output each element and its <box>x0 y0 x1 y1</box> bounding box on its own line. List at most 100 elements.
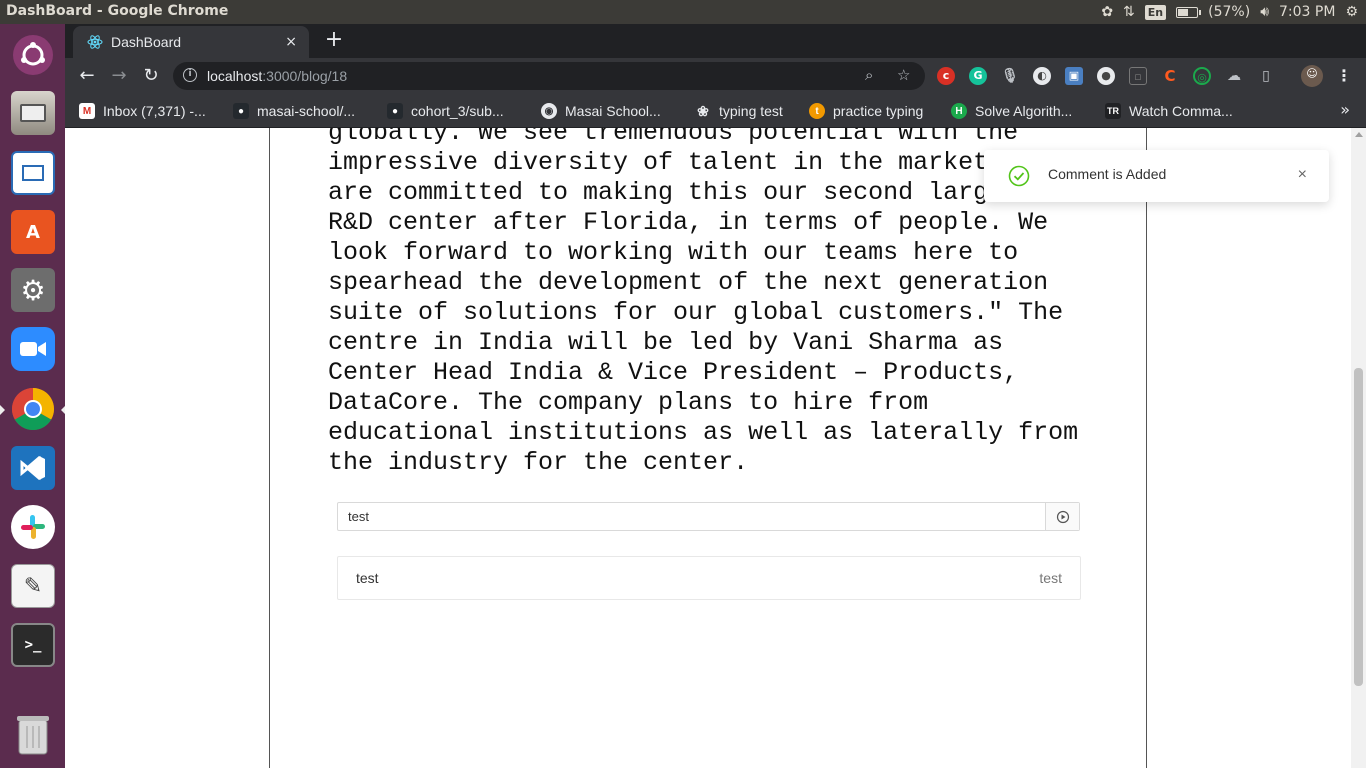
network-indicator-icon[interactable]: ✿ <box>1101 0 1113 24</box>
list-item: test test <box>338 557 1080 599</box>
github-icon: ● <box>387 103 403 119</box>
paw-icon: ❀ <box>697 102 709 119</box>
zoom-magnifier-icon[interactable]: ⌕ <box>865 66 873 84</box>
page-scrollbar[interactable] <box>1351 128 1366 768</box>
bookmarks-overflow-chevron-icon[interactable]: » <box>1340 100 1350 119</box>
libreoffice-writer-icon[interactable] <box>8 148 58 198</box>
extension-phone-icon[interactable]: ▯ <box>1257 67 1275 85</box>
clock[interactable]: 7:03 PM <box>1279 4 1335 20</box>
bookmark-item[interactable]: t practice typing <box>809 100 923 122</box>
bookmark-label: Solve Algorith... <box>975 103 1073 119</box>
trash-icon[interactable] <box>8 709 58 759</box>
battery-level-fill <box>1178 8 1188 16</box>
article-line: centre in India will be led by Vani Shar… <box>328 328 1004 357</box>
extension-circle-icon[interactable]: ● <box>1097 67 1115 85</box>
google-chrome-icon[interactable] <box>0 384 66 434</box>
extension-blue-icon[interactable]: ▣ <box>1065 67 1083 85</box>
microphone-icon[interactable]: 🎙︎ <box>1001 67 1019 85</box>
article-line: the industry for the center. <box>328 448 749 477</box>
extension-cloud-icon[interactable]: ☁ <box>1225 67 1243 85</box>
bookmark-label: Masai School... <box>565 103 661 119</box>
new-tab-button[interactable]: + <box>321 29 347 52</box>
bookmark-item[interactable]: ● masai-school/... <box>233 100 355 122</box>
tr-icon: TR <box>1105 103 1121 119</box>
article-line: DataCore. The company plans to hire from <box>328 388 929 417</box>
bookmark-label: cohort_3/sub... <box>411 103 504 119</box>
bookmark-label: Watch Comma... <box>1129 103 1233 119</box>
back-arrow-icon[interactable]: ← <box>75 64 99 88</box>
profile-avatar[interactable]: ☺ <box>1301 65 1323 87</box>
reload-icon[interactable]: ↻ <box>139 64 163 88</box>
volume-icon[interactable]: 🔊︎ <box>1260 0 1269 24</box>
slack-icon[interactable] <box>8 502 58 552</box>
system-tray: ✿ ⇅ En (57%) 🔊︎ 7:03 PM ⚙ <box>1101 0 1366 24</box>
keyboard-layout-indicator[interactable]: En <box>1144 4 1167 20</box>
globe-icon: ◉ <box>541 103 557 119</box>
bookmark-item[interactable]: M Inbox (7,371) -... <box>79 100 206 122</box>
bookmark-item[interactable]: TR Watch Comma... <box>1105 100 1233 122</box>
hackerrank-icon: H <box>951 103 967 119</box>
react-favicon-icon <box>87 35 103 49</box>
comment-input[interactable] <box>338 503 1045 530</box>
url-text[interactable]: localhost:3000/blog/18 <box>207 68 347 84</box>
vscode-icon[interactable] <box>8 443 58 493</box>
ubuntu-software-icon[interactable]: A <box>8 207 58 257</box>
tab-close-icon[interactable]: × <box>285 34 297 50</box>
bookmark-label: masai-school/... <box>257 103 356 119</box>
blog-post-card: globally. We see tremendous potential wi… <box>269 128 1147 768</box>
article-line: globally. We see tremendous potential wi… <box>328 128 1019 147</box>
comment-list: test test <box>337 556 1081 600</box>
github-icon: ● <box>233 103 249 119</box>
bookmark-star-icon[interactable]: ☆ <box>897 66 910 84</box>
address-bar[interactable]: i localhost:3000/blog/18 ⌕ ☆ <box>173 62 925 90</box>
article-line: R&D center after Florida, in terms of pe… <box>328 208 1049 237</box>
forward-arrow-icon[interactable]: → <box>107 64 131 88</box>
browser-tab-strip: DashBoard × + <box>65 24 1366 58</box>
bookmark-item[interactable]: H Solve Algorith... <box>951 100 1072 122</box>
check-circle-icon <box>1008 165 1030 187</box>
extension-red-icon[interactable]: c <box>937 67 955 85</box>
system-settings-icon[interactable]: ⚙ <box>8 265 58 315</box>
grammarly-icon[interactable]: G <box>969 67 987 85</box>
bookmark-label: typing test <box>719 103 783 119</box>
bookmark-label: Inbox (7,371) -... <box>103 103 206 119</box>
comment-text: test <box>356 570 379 586</box>
notification-close-icon[interactable]: × <box>1298 166 1307 184</box>
site-info-icon[interactable]: i <box>183 68 197 82</box>
extension-green-ring-icon[interactable]: ◎ <box>1193 67 1211 85</box>
extension-grey-box-icon[interactable]: ▫ <box>1129 67 1147 85</box>
bookmark-item[interactable]: ● cohort_3/sub... <box>387 100 504 122</box>
url-path: :3000/blog/18 <box>262 68 348 84</box>
article-line: suite of solutions for our global custom… <box>328 298 1064 327</box>
comment-author: test <box>1039 570 1062 586</box>
terminal-icon[interactable]: >_ <box>8 620 58 670</box>
window-title: DashBoard - Google Chrome <box>6 3 229 19</box>
url-host: localhost <box>207 68 263 84</box>
tab-dashboard[interactable]: DashBoard × <box>73 26 309 58</box>
bookmark-item[interactable]: ◉ Masai School... <box>541 100 661 122</box>
article-line: look forward to working with our teams h… <box>328 238 1019 267</box>
battery-percentage: (57%) <box>1208 4 1251 20</box>
extension-disc-icon[interactable]: ◐ <box>1033 67 1051 85</box>
send-comment-button[interactable] <box>1045 503 1079 530</box>
zoom-icon[interactable] <box>8 324 58 374</box>
battery-icon[interactable] <box>1176 6 1202 18</box>
page-viewport: globally. We see tremendous potential wi… <box>65 128 1366 768</box>
file-manager-icon[interactable] <box>8 88 58 138</box>
browser-toolbar: ← → ↻ i localhost:3000/blog/18 ⌕ ☆ c G 🎙… <box>65 58 1366 94</box>
chrome-menu-icon[interactable]: ⋮ <box>1335 67 1353 85</box>
article-line: spearhead the development of the next ge… <box>328 268 1049 297</box>
scroll-up-arrow-icon[interactable] <box>1355 132 1363 137</box>
power-gear-icon[interactable]: ⚙ <box>1345 0 1358 24</box>
bookmarks-bar: M Inbox (7,371) -... ● masai-school/... ● c… <box>65 94 1366 128</box>
extension-c-icon[interactable]: C <box>1161 67 1179 85</box>
article-line: educational institutions as well as late… <box>328 418 1079 447</box>
text-editor-icon[interactable]: ✎ <box>8 561 58 611</box>
bookmark-label: practice typing <box>833 103 924 119</box>
transfer-arrows-icon[interactable]: ⇅ <box>1123 0 1135 24</box>
ubuntu-dash-icon[interactable] <box>8 30 58 80</box>
notification-message: Comment is Added <box>1048 166 1167 182</box>
bookmark-item[interactable]: ❀ typing test <box>695 100 783 122</box>
typing-icon: t <box>809 103 825 119</box>
scrollbar-thumb[interactable] <box>1354 368 1363 686</box>
